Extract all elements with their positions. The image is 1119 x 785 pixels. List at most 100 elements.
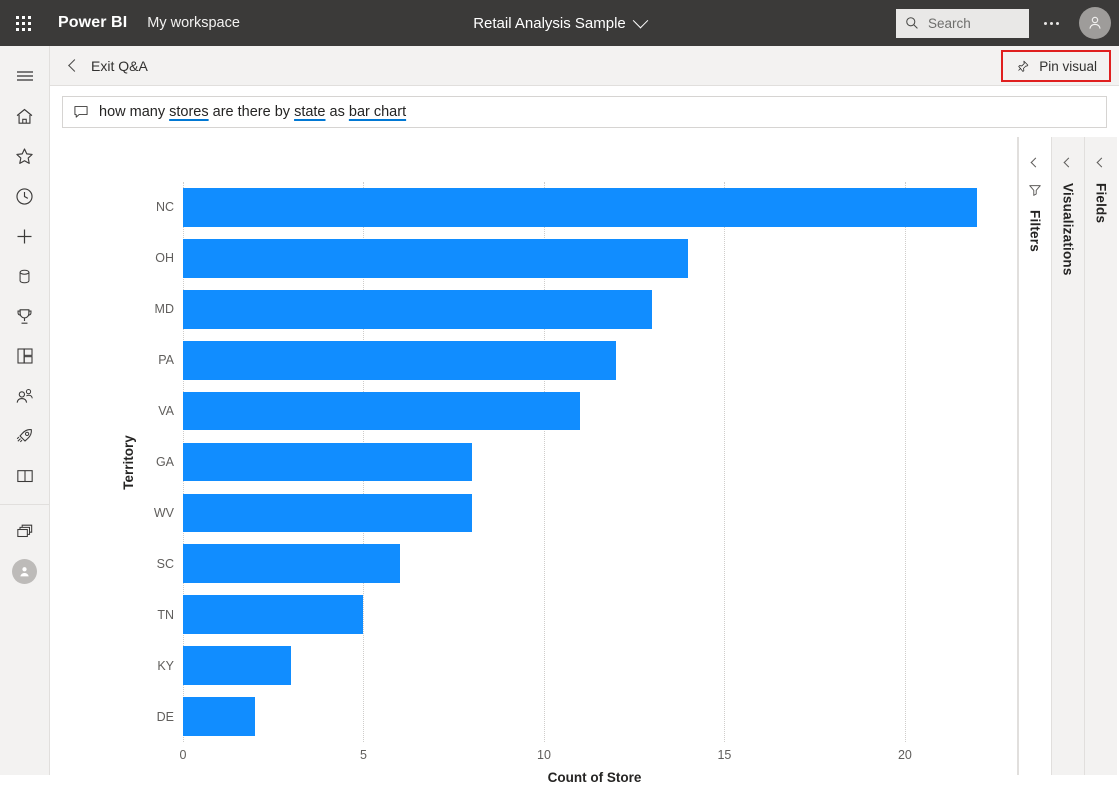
expand-visualizations-button[interactable] [1057, 151, 1079, 173]
y-axis-tick-label: OH [135, 233, 183, 284]
y-axis-tick-labels: NCOHMDPAVAGAWVSCTNKYDE [135, 182, 183, 742]
bar-row[interactable] [183, 182, 1006, 233]
pin-visual-button[interactable]: Pin visual [1001, 50, 1111, 82]
sidebar-item-favorites[interactable] [0, 136, 50, 176]
bar-row[interactable] [183, 538, 1006, 589]
bar-row[interactable] [183, 589, 1006, 640]
qa-term-token[interactable]: state [294, 104, 325, 120]
search-input[interactable] [926, 15, 1018, 32]
pane-filters[interactable]: Filters [1018, 137, 1051, 775]
qa-question-input[interactable]: how many stores are there by state as ba… [62, 96, 1107, 128]
expand-filters-button[interactable] [1024, 151, 1046, 173]
left-navigation-rail [0, 46, 50, 775]
app-launcher-icon[interactable] [0, 0, 46, 46]
bar[interactable] [183, 443, 472, 482]
bar[interactable] [183, 392, 580, 431]
x-axis-tick-label: 10 [537, 748, 551, 762]
user-avatar-icon [17, 564, 32, 579]
qa-comment-icon [73, 104, 89, 120]
qa-plain-token: how many [99, 104, 169, 120]
bar-row[interactable] [183, 386, 1006, 437]
pane-fields[interactable]: Fields [1084, 137, 1117, 775]
top-header-bar: Power BI My workspace Retail Analysis Sa… [0, 0, 1119, 46]
hamburger-icon [15, 68, 35, 84]
x-axis-tick-label: 5 [360, 748, 367, 762]
filter-funnel-icon [1028, 183, 1042, 202]
y-axis-tick-label: GA [135, 437, 183, 488]
header-actions [896, 0, 1119, 46]
pin-icon [1015, 59, 1030, 74]
rocket-icon [14, 426, 35, 447]
sidebar-item-apps[interactable] [0, 336, 50, 376]
bar[interactable] [183, 544, 400, 583]
exit-qa-label: Exit Q&A [91, 58, 148, 74]
star-icon [14, 146, 35, 167]
y-axis-tick-label: SC [135, 538, 183, 589]
x-axis-title: Count of Store [183, 770, 1006, 785]
bar-row[interactable] [183, 284, 1006, 335]
bar-series [183, 182, 1006, 742]
report-title-dropdown[interactable]: Retail Analysis Sample [473, 15, 646, 32]
home-icon [14, 106, 35, 127]
right-side-panels: Filters Visualizations Fields [1018, 137, 1119, 775]
pane-visualizations-label[interactable]: Visualizations [1061, 183, 1076, 276]
sidebar-item-shared[interactable] [0, 376, 50, 416]
book-icon [14, 466, 36, 486]
bar-row[interactable] [183, 335, 1006, 386]
x-axis-tick-labels: 05101520 [183, 742, 1006, 768]
bar-row[interactable] [183, 691, 1006, 742]
expand-fields-button[interactable] [1090, 151, 1112, 173]
chevron-left-icon [1030, 157, 1040, 167]
pane-fields-label[interactable]: Fields [1094, 183, 1109, 223]
search-icon [905, 16, 919, 30]
bar[interactable] [183, 494, 472, 533]
bar[interactable] [183, 697, 255, 736]
qa-plain-token: are there by [209, 104, 294, 120]
nav-divider [0, 504, 50, 505]
bar[interactable] [183, 239, 688, 278]
bar[interactable] [183, 188, 977, 227]
bar-row[interactable] [183, 233, 1006, 284]
search-box[interactable] [896, 9, 1029, 38]
avatar[interactable] [1079, 7, 1111, 39]
more-options-button[interactable] [1029, 1, 1073, 45]
workspace-breadcrumb[interactable]: My workspace [147, 15, 240, 31]
bar-row[interactable] [183, 640, 1006, 691]
powerbi-brand[interactable]: Power BI [58, 14, 127, 32]
pane-visualizations[interactable]: Visualizations [1051, 137, 1084, 775]
exit-qa-button[interactable]: Exit Q&A [70, 58, 148, 74]
x-axis-tick-label: 15 [717, 748, 731, 762]
user-avatar-icon [1086, 14, 1104, 32]
trophy-icon [14, 306, 35, 327]
y-axis-tick-label: KY [135, 640, 183, 691]
sidebar-item-hamburger[interactable] [0, 56, 50, 96]
bar[interactable] [183, 646, 291, 685]
bar[interactable] [183, 290, 652, 329]
y-axis-tick-label: TN [135, 589, 183, 640]
qa-term-token[interactable]: stores [169, 104, 209, 120]
people-icon [14, 386, 35, 407]
sidebar-item-home[interactable] [0, 96, 50, 136]
sidebar-item-myworkspace[interactable] [0, 551, 50, 591]
pin-visual-label: Pin visual [1039, 59, 1097, 74]
sidebar-item-recent[interactable] [0, 176, 50, 216]
sidebar-item-learn[interactable] [0, 456, 50, 496]
sidebar-item-pipelines[interactable] [0, 416, 50, 456]
qa-term-token[interactable]: bar chart [349, 104, 406, 120]
sidebar-item-workspaces[interactable] [0, 511, 50, 551]
bar[interactable] [183, 341, 616, 380]
workspaces-layers-icon [14, 521, 36, 541]
bar[interactable] [183, 595, 363, 634]
sidebar-item-create[interactable] [0, 216, 50, 256]
pane-filters-label[interactable]: Filters [1028, 210, 1043, 252]
sidebar-item-datahub[interactable] [0, 256, 50, 296]
x-axis-tick-label: 0 [180, 748, 187, 762]
sidebar-item-goals[interactable] [0, 296, 50, 336]
database-icon [15, 266, 34, 287]
qa-result-visual[interactable]: Territory NCOHMDPAVAGAWVSCTNKYDE 0510152… [51, 137, 1018, 775]
y-axis-tick-label: NC [135, 182, 183, 233]
qa-command-bar: Exit Q&A Pin visual [50, 46, 1119, 86]
chevron-down-icon[interactable] [633, 12, 649, 28]
bar-row[interactable] [183, 487, 1006, 538]
bar-row[interactable] [183, 437, 1006, 488]
